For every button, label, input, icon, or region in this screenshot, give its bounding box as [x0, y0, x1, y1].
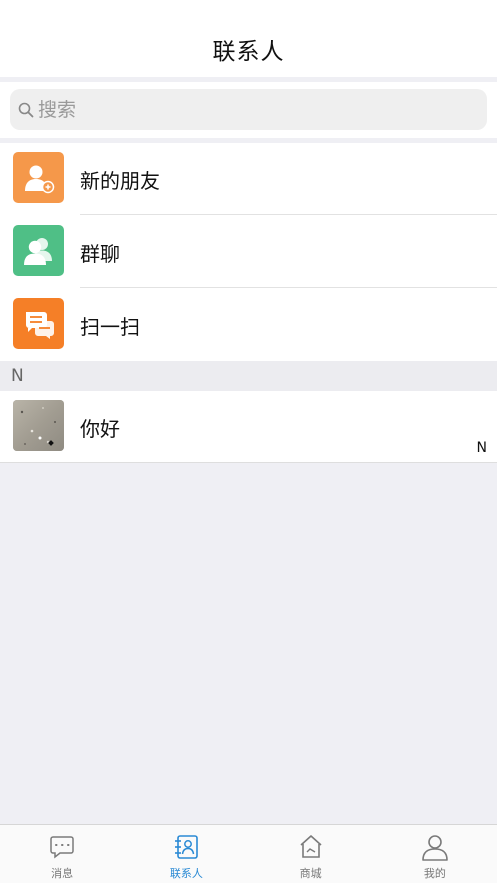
group-chat-label: 群聊	[80, 242, 120, 266]
contact-avatar	[13, 400, 64, 451]
search-input[interactable]	[38, 98, 438, 121]
tab-label: 消息	[51, 867, 74, 880]
contact-row[interactable]: 你好 N	[0, 391, 497, 463]
tab-profile[interactable]: 我的	[373, 825, 497, 883]
new-friends-label: 新的朋友	[80, 169, 160, 193]
page-title: 联系人	[212, 38, 285, 65]
tab-contacts[interactable]: 联系人	[124, 825, 248, 883]
contact-name: 你好	[80, 417, 120, 441]
row-divider	[80, 287, 497, 288]
index-letter[interactable]: N	[477, 440, 487, 456]
scan-icon	[13, 298, 64, 349]
tab-label: 我的	[423, 867, 446, 880]
group-chat-row[interactable]: 群聊	[0, 216, 497, 288]
nav-bar: 联系人	[0, 0, 497, 77]
tab-label: 联系人	[169, 867, 203, 880]
contact-actions-list: 新的朋友 群聊 扫一扫	[0, 143, 497, 361]
scan-label: 扫一扫	[80, 315, 140, 339]
tab-label: 商城	[299, 867, 322, 880]
tab-messages[interactable]: 消息	[0, 825, 124, 883]
tab-bar: 消息 联系人 商城 我的	[0, 824, 497, 883]
add-friend-icon	[13, 152, 64, 203]
row-divider	[80, 214, 497, 215]
search-icon	[18, 102, 34, 117]
section-header-n: N	[0, 361, 497, 391]
scan-row[interactable]: 扫一扫	[0, 289, 497, 361]
store-icon	[300, 835, 322, 858]
new-friends-row[interactable]: 新的朋友	[0, 143, 497, 215]
contacts-icon	[175, 835, 199, 859]
profile-icon	[422, 835, 448, 861]
search-section	[0, 82, 497, 138]
message-icon	[50, 836, 74, 859]
tab-store[interactable]: 商城	[249, 825, 373, 883]
group-chat-icon	[13, 225, 64, 276]
search-bar[interactable]	[10, 89, 487, 130]
